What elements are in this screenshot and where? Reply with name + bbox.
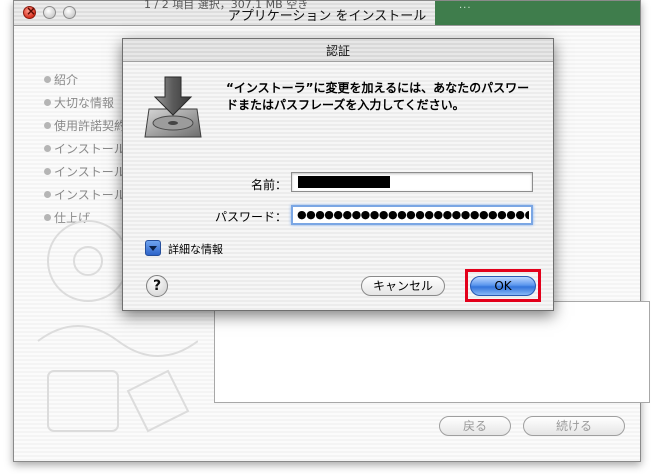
password-label: パスワード： [214, 210, 287, 224]
dialog-titlebar: 認証 [123, 39, 553, 62]
auth-message: “インストーラ”に変更を加えるには、あなたのパスワードまたはパスフレーズを入力し… [226, 81, 530, 112]
password-value: ●●●●●●●●●●●●●●●●●●●●●●●●●●●●● [297, 208, 529, 221]
step-label: 大切な情報 [54, 96, 115, 110]
step-bullet-icon [44, 99, 51, 106]
details-label: 詳細な情報 [168, 243, 223, 256]
password-field[interactable]: ●●●●●●●●●●●●●●●●●●●●●●●●●●●●● [291, 205, 533, 225]
step-bullet-icon [44, 76, 51, 83]
help-icon[interactable]: ? [146, 275, 168, 297]
step-bullet-icon [44, 191, 51, 198]
content-panel [214, 301, 650, 403]
installer-disk-icon [144, 76, 202, 138]
back-button[interactable]: 戻る [439, 416, 511, 436]
step-item: インストール [44, 163, 126, 180]
background-window-strip: ... [435, 1, 640, 25]
ok-button[interactable]: OK [470, 276, 536, 296]
step-label: インストール [54, 188, 126, 202]
step-bullet-icon [44, 145, 51, 152]
strip-text: ... [459, 1, 472, 11]
step-label: 紹介 [54, 73, 79, 87]
name-label: 名前： [250, 178, 287, 192]
step-label: 使用許諾契約 [54, 119, 127, 133]
authentication-dialog: 認証 “インストーラ”に変更を加えるには、あなたのパスワードまたはパスフレーズを… [122, 38, 554, 311]
step-bullet-icon [44, 122, 51, 129]
step-item: 使用許諾契約 [44, 117, 126, 134]
step-label: インストール [54, 142, 126, 156]
dialog-title: 認証 [325, 44, 350, 58]
window-titlebar[interactable]: 1 / 2 項目 選択，307.1 MB 空き アプリケーション をインストール… [14, 0, 640, 26]
step-item: 大切な情報 [44, 94, 114, 111]
name-field[interactable] [291, 172, 533, 192]
cancel-button[interactable]: キャンセル [361, 276, 445, 296]
disclosure-triangle-icon[interactable] [145, 240, 161, 256]
step-label: インストール [54, 165, 126, 179]
screen: 1 / 2 項目 選択，307.1 MB 空き アプリケーション をインストール… [0, 0, 654, 474]
step-bullet-icon [44, 168, 51, 175]
step-item: インストール [44, 140, 126, 157]
step-item: 紹介 [44, 71, 78, 88]
redacted-name [298, 176, 390, 188]
continue-button[interactable]: 続ける [523, 416, 625, 436]
